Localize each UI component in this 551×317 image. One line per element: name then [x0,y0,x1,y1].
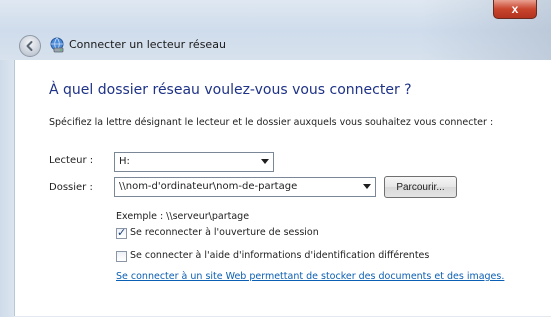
example-text: Exemple : \\serveur\partage [116,211,250,222]
reconnect-checkbox[interactable]: ✓ [116,226,127,239]
drive-label: Lecteur : [49,155,94,166]
back-button[interactable] [19,35,41,57]
drive-select-value: H: [119,156,130,167]
folder-label: Dossier : [49,182,93,193]
window-title: Connecter un lecteur réseau [69,38,226,51]
folder-input[interactable]: \\nom-d'ordinateur\nom-de-partage [114,177,376,197]
network-drive-icon [50,37,64,53]
back-arrow-icon [26,41,33,51]
checkmark-icon: ✓ [117,226,127,239]
page-title: À quel dossier réseau voulez-vous vous c… [49,82,412,98]
title-bar [0,0,551,68]
window-left-border [0,60,14,317]
web-storage-link[interactable]: Se connecter à un site Web permettant de… [116,271,504,282]
browse-button[interactable]: Parcourir... [384,176,457,198]
chevron-down-icon[interactable] [363,184,371,189]
folder-input-value: \\nom-d'ordinateur\nom-de-partage [119,181,298,192]
reconnect-label[interactable]: Se reconnecter à l'ouverture de session [130,227,319,238]
chevron-down-icon [261,159,269,164]
other-credentials-checkbox[interactable] [116,251,127,262]
close-button[interactable]: x [493,0,537,19]
instruction-text: Spécifiez la lettre désignant le lecteur… [49,117,494,128]
other-credentials-label[interactable]: Se connecter à l'aide d'informations d'i… [130,250,429,261]
drive-select[interactable]: H: [114,152,274,172]
close-icon: x [511,2,519,16]
